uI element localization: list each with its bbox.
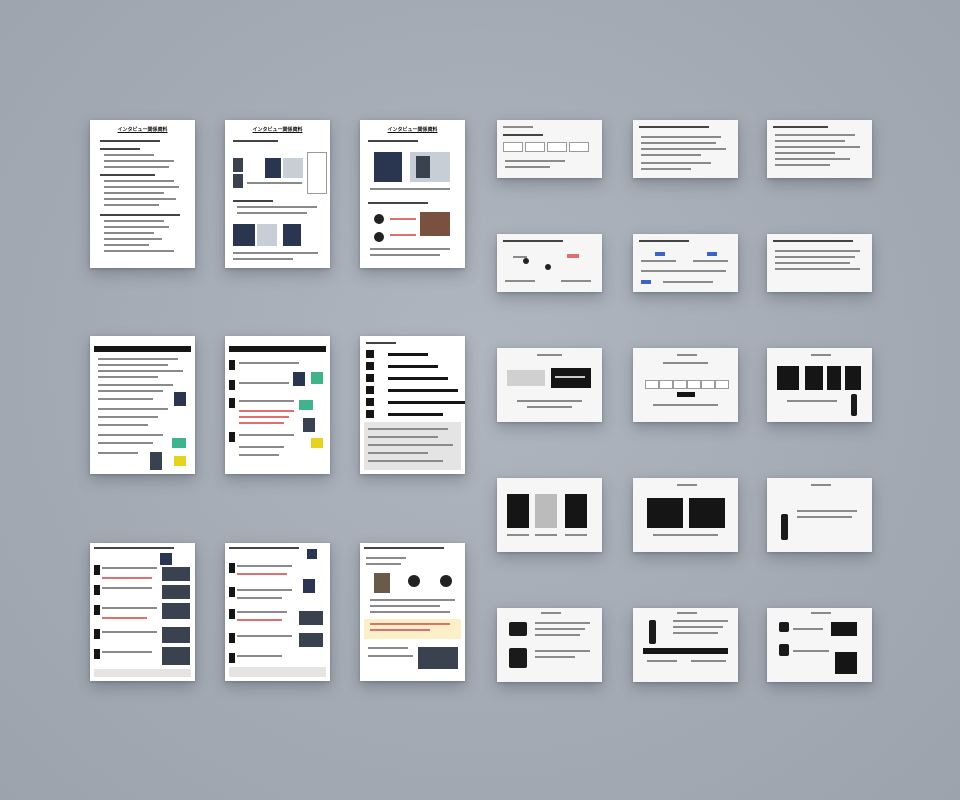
slide-thumbnail[interactable] bbox=[633, 234, 738, 292]
slide-thumbnail[interactable] bbox=[767, 120, 872, 178]
overview-canvas: インタビュー関係資料 インタビュー関係資料 インタビュー関係資料 bbox=[0, 0, 960, 800]
slide-thumbnail[interactable] bbox=[497, 348, 602, 422]
slide-thumbnail[interactable] bbox=[633, 348, 738, 422]
slide-thumbnail[interactable] bbox=[497, 478, 602, 552]
slide-thumbnail[interactable] bbox=[497, 120, 602, 178]
page-thumbnail[interactable]: インタビュー関係資料 bbox=[360, 120, 465, 268]
slide-thumbnail[interactable] bbox=[767, 608, 872, 682]
page-thumbnail[interactable] bbox=[225, 543, 330, 681]
page-thumbnail[interactable]: インタビュー関係資料 bbox=[225, 120, 330, 268]
slide-thumbnail[interactable] bbox=[633, 478, 738, 552]
slide-thumbnail[interactable] bbox=[497, 608, 602, 682]
page-thumbnail[interactable] bbox=[360, 336, 465, 474]
slide-thumbnail[interactable] bbox=[767, 478, 872, 552]
page-thumbnail[interactable] bbox=[360, 543, 465, 681]
slide-thumbnail[interactable] bbox=[767, 348, 872, 422]
slide-thumbnail[interactable] bbox=[497, 234, 602, 292]
page-title: インタビュー関係資料 bbox=[252, 127, 303, 133]
slide-thumbnail[interactable] bbox=[633, 608, 738, 682]
page-thumbnail[interactable] bbox=[225, 336, 330, 474]
page-thumbnail[interactable] bbox=[90, 336, 195, 474]
page-title: インタビュー関係資料 bbox=[117, 127, 168, 133]
page-thumbnail[interactable] bbox=[90, 543, 195, 681]
page-title: インタビュー関係資料 bbox=[387, 127, 438, 133]
slide-thumbnail[interactable] bbox=[633, 120, 738, 178]
page-thumbnail[interactable]: インタビュー関係資料 bbox=[90, 120, 195, 268]
slide-thumbnail[interactable] bbox=[767, 234, 872, 292]
